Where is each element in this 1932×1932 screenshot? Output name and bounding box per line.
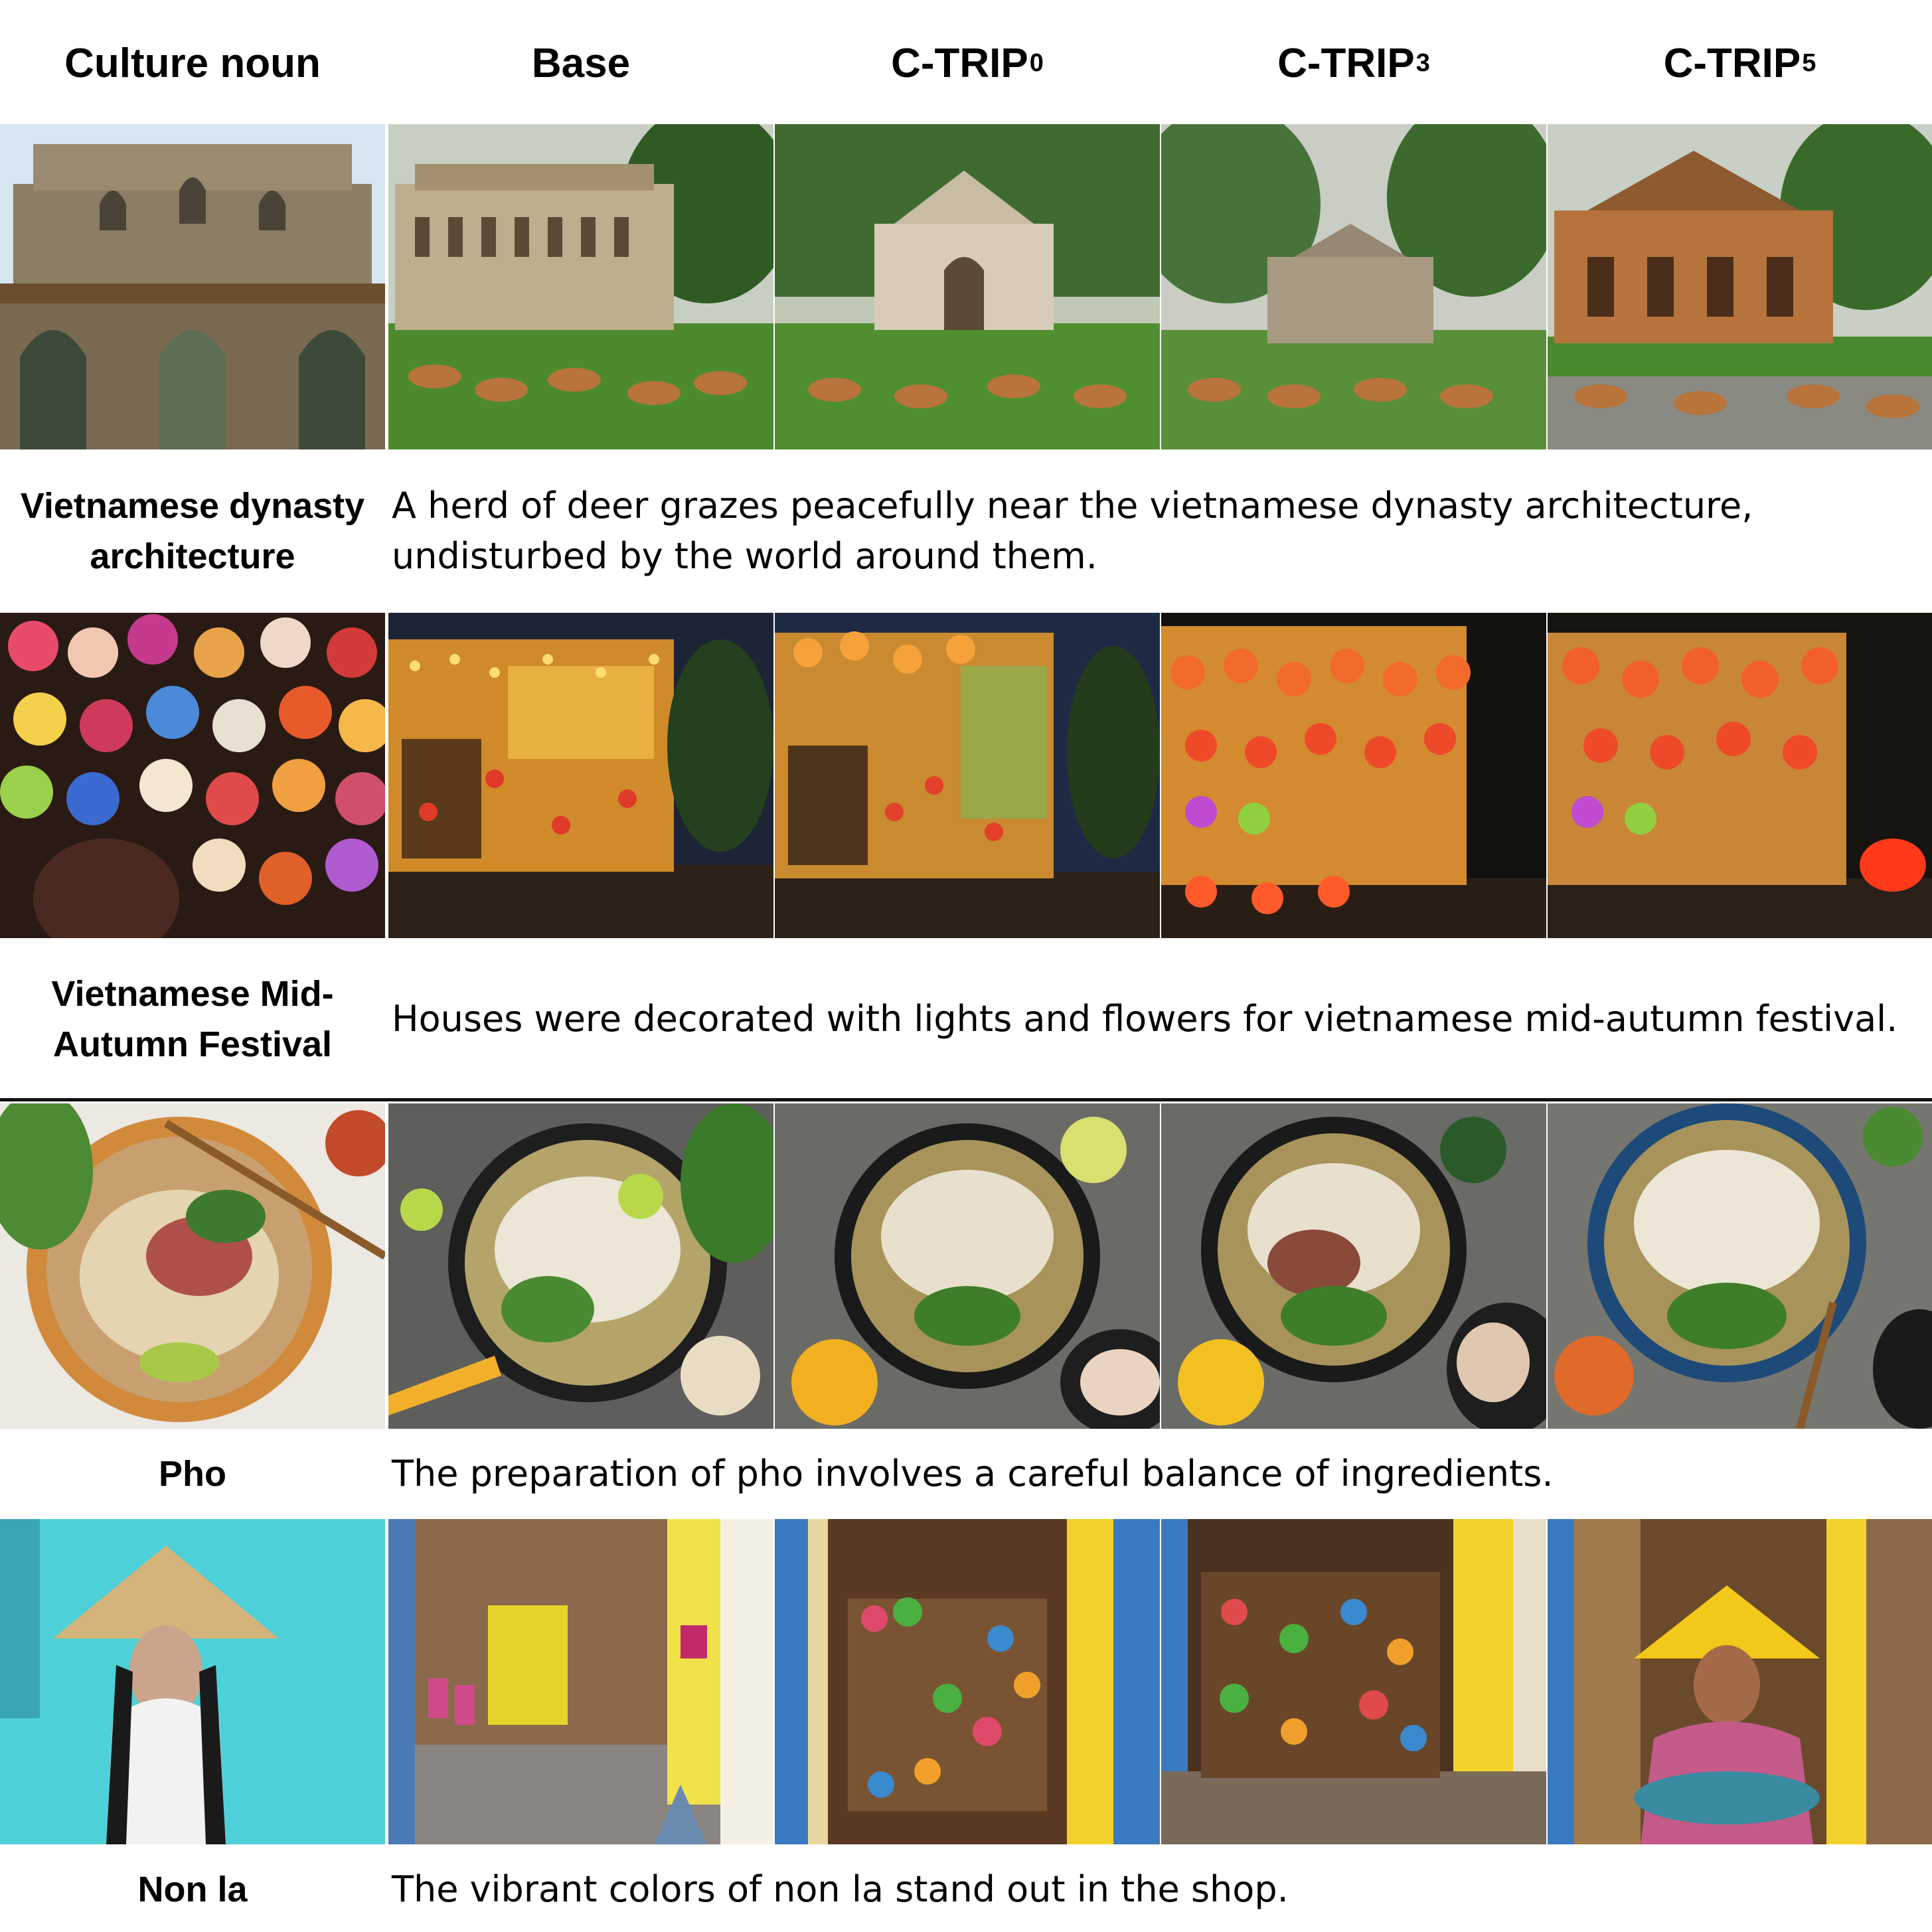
row1-reference-image (0, 124, 385, 449)
header-culture-noun-label: Culture noun (64, 40, 321, 86)
header-ctrip-5: C-TRIP 5 (1548, 33, 1932, 93)
row2-ctrip5-image (1548, 613, 1932, 938)
row4-reference-image (0, 1519, 385, 1844)
row4-ctrip0-image (775, 1519, 1160, 1844)
header-ctrip-0: C-TRIP 0 (775, 33, 1160, 93)
row2-ctrip0-image (775, 613, 1160, 938)
row3-prompt: The preparation of pho involves a carefu… (392, 1453, 1554, 1494)
row2-ctrip3-image (1161, 613, 1546, 938)
row3-ctrip5-image (1548, 1103, 1932, 1429)
header-culture-noun: Culture noun (0, 33, 385, 93)
row1-base-image (388, 124, 773, 449)
header-base-label: Base (531, 40, 631, 86)
row3-reference-image (0, 1103, 385, 1429)
row4-ctrip3-image (1161, 1519, 1546, 1844)
row3-ctrip0-image (775, 1103, 1160, 1429)
row2-prompt: Houses were decorated with lights and fl… (392, 998, 1898, 1040)
header-ctrip-5-label: C-TRIP (1663, 40, 1801, 86)
row3-culture-noun: Pho (159, 1454, 226, 1494)
row3-base-image (388, 1103, 773, 1429)
header-ctrip-0-subscript: 0 (1029, 48, 1044, 77)
header-ctrip-3: C-TRIP 3 (1161, 33, 1546, 93)
row4-base-image (388, 1519, 773, 1844)
row1-ctrip5-image (1548, 124, 1932, 449)
header-base: Base (388, 33, 773, 93)
header-ctrip-3-label: C-TRIP (1277, 40, 1415, 86)
row1-ctrip0-image (775, 124, 1160, 449)
section-divider (0, 1098, 1932, 1101)
row4-prompt: The vibrant colors of non la stand out i… (392, 1868, 1289, 1910)
header-ctrip-5-subscript: 5 (1802, 48, 1816, 77)
row1-ctrip3-image (1161, 124, 1546, 449)
row1-culture-noun: Vietnamese dynasty architecture (20, 486, 365, 576)
row4-ctrip5-image (1548, 1519, 1932, 1844)
row4-culture-noun: Non la (137, 1870, 248, 1909)
row1-prompt: A herd of deer grazes peacefully near th… (392, 485, 1753, 577)
header-ctrip-3-subscript: 3 (1415, 48, 1430, 77)
row3-ctrip3-image (1161, 1103, 1546, 1429)
row2-culture-noun: Vietnamese Mid-Autumn Festival (51, 974, 334, 1064)
row2-reference-image (0, 613, 385, 938)
header-ctrip-0-label: C-TRIP (891, 40, 1028, 86)
row2-base-image (388, 613, 773, 938)
